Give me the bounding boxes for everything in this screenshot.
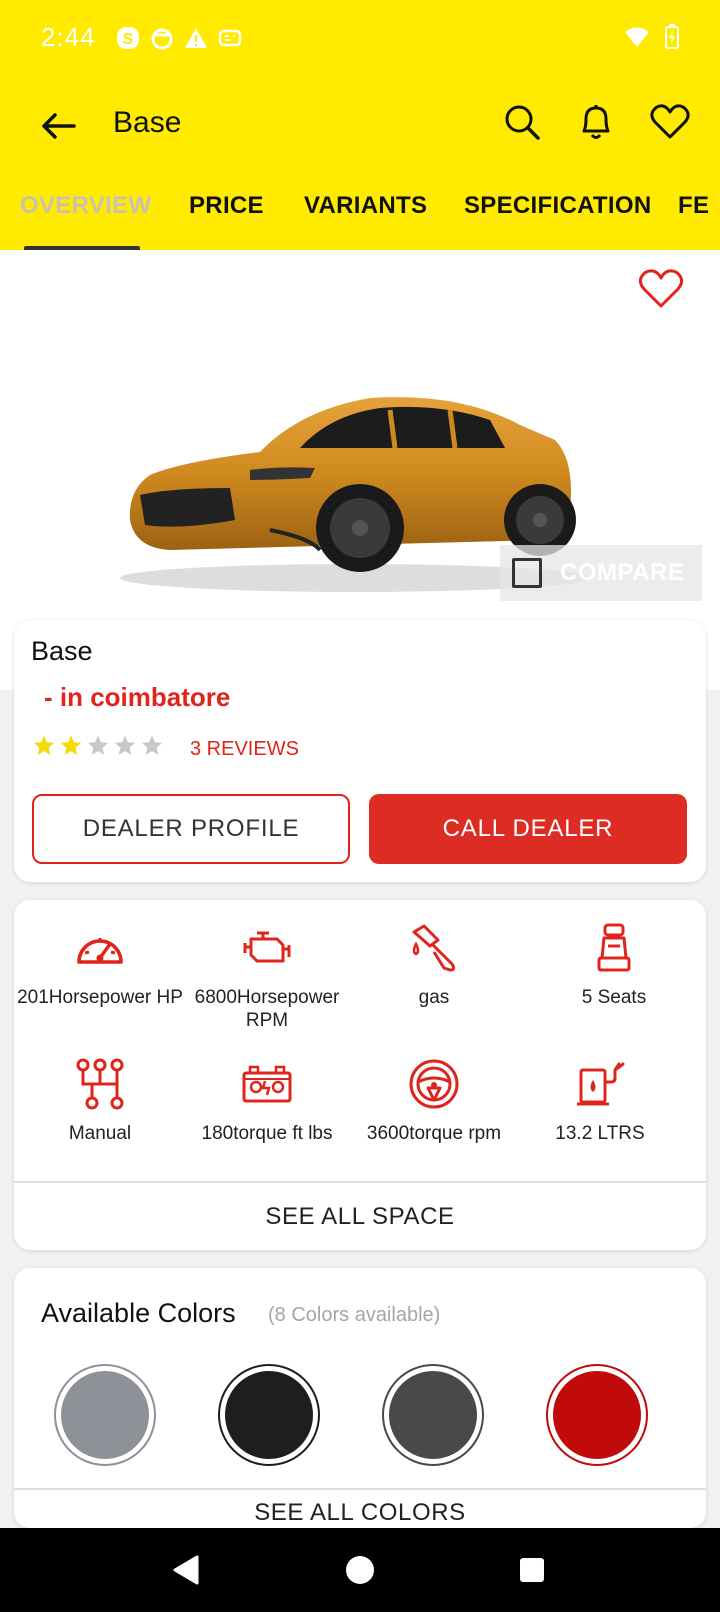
svg-text:S: S bbox=[123, 31, 134, 48]
status-time: 2:44 bbox=[41, 22, 96, 52]
back-button[interactable] bbox=[36, 104, 80, 148]
search-icon bbox=[505, 105, 540, 140]
star-empty-icon bbox=[87, 735, 109, 755]
engine-icon bbox=[243, 931, 291, 963]
appbar-actions bbox=[500, 100, 692, 144]
spec-label: 180torque ft lbs bbox=[201, 1123, 333, 1144]
status-bar: 2:44 S bbox=[0, 0, 720, 80]
message-icon bbox=[218, 29, 242, 47]
gear-shift-icon bbox=[76, 1058, 124, 1110]
colors-title: Available Colors bbox=[41, 1298, 236, 1328]
spec-label: Manual bbox=[68, 1123, 132, 1144]
tab-specification[interactable]: SPECIFICATION bbox=[464, 192, 651, 220]
warning-icon bbox=[185, 28, 207, 48]
heart-icon bbox=[650, 104, 690, 139]
call-dealer-button[interactable]: CALL DEALER bbox=[369, 794, 687, 864]
system-indicators bbox=[624, 24, 680, 50]
tab-features[interactable]: FE bbox=[678, 192, 709, 220]
square-recents-icon bbox=[520, 1558, 544, 1582]
tab-variants[interactable]: VARIANTS bbox=[304, 192, 427, 220]
see-all-space-button[interactable]: SEE ALL SPACE bbox=[14, 1183, 706, 1250]
add-to-wishlist-button[interactable] bbox=[638, 268, 684, 315]
app-bar: Base bbox=[0, 80, 720, 172]
nav-recents-button[interactable] bbox=[512, 1550, 552, 1590]
arrow-left-icon bbox=[42, 113, 76, 139]
fuel-station-icon bbox=[577, 1062, 625, 1106]
rating-stars bbox=[32, 734, 164, 758]
spec-item: 3600torque rpm bbox=[348, 1058, 520, 1145]
spec-label: 3600torque rpm bbox=[366, 1123, 502, 1144]
compare-checkbox[interactable] bbox=[512, 558, 542, 588]
spec-label: 6800Horsepower RPM bbox=[194, 987, 340, 1031]
spec-label: 13.2 LTRS bbox=[555, 1123, 645, 1144]
color-swatch[interactable] bbox=[384, 1366, 482, 1464]
notifications-button[interactable] bbox=[574, 100, 618, 144]
spec-item: 6800Horsepower RPM bbox=[181, 922, 353, 1032]
battery-status-icon bbox=[665, 24, 679, 49]
battery-icon bbox=[242, 1065, 292, 1103]
triangle-back-icon bbox=[173, 1555, 199, 1585]
page-title: Base bbox=[113, 106, 182, 139]
compare-toggle[interactable]: COMPARE bbox=[500, 545, 702, 601]
dealer-profile-button[interactable]: DEALER PROFILE bbox=[32, 794, 350, 864]
spec-label: 5 Seats bbox=[581, 987, 647, 1008]
heart-outline-icon bbox=[638, 269, 684, 308]
spec-item: Manual bbox=[14, 1058, 186, 1145]
model-name: Base bbox=[31, 636, 93, 666]
nav-home-button[interactable] bbox=[340, 1550, 380, 1590]
spec-label: 201Horsepower HP bbox=[17, 987, 183, 1008]
seat-icon bbox=[597, 923, 631, 972]
spec-label: gas bbox=[418, 987, 450, 1008]
steering-wheel-icon bbox=[409, 1059, 459, 1109]
available-colors-card: Available Colors (8 Colors available) SE… bbox=[14, 1268, 706, 1528]
spec-item: 13.2 LTRS bbox=[514, 1058, 686, 1145]
location-text: - in coimbatore bbox=[44, 682, 231, 712]
star-empty-icon bbox=[114, 735, 136, 755]
reviews-link[interactable]: 3 REVIEWS bbox=[190, 738, 299, 761]
colors-count: (8 Colors available) bbox=[268, 1304, 441, 1326]
tab-price[interactable]: PRICE bbox=[189, 192, 264, 220]
color-swatch[interactable] bbox=[220, 1366, 318, 1464]
star-filled-icon bbox=[60, 735, 82, 755]
model-info-card: Base - in coimbatore 3 REVIEWS DEALER PR… bbox=[14, 620, 706, 882]
spec-item: 180torque ft lbs bbox=[181, 1058, 353, 1145]
wifi-icon bbox=[625, 27, 649, 47]
tab-overview[interactable]: OVERVIEW bbox=[20, 192, 151, 220]
circle-home-icon bbox=[346, 1556, 374, 1584]
bell-icon bbox=[582, 105, 610, 139]
spec-item: gas bbox=[348, 922, 520, 1009]
key-specs-card: 201Horsepower HP 6800Horsepower RPM gas … bbox=[14, 900, 706, 1250]
star-filled-icon bbox=[33, 735, 55, 755]
spec-item: 201Horsepower HP bbox=[14, 922, 186, 1009]
skype-icon: S bbox=[117, 27, 139, 49]
fuel-nozzle-icon bbox=[412, 924, 456, 972]
speedometer-icon bbox=[77, 938, 123, 964]
search-button[interactable] bbox=[500, 100, 544, 144]
system-nav-bar bbox=[0, 1528, 720, 1612]
section-tabs: OVERVIEW PRICE VARIANTS SPECIFICATION FE bbox=[0, 172, 720, 250]
color-swatch[interactable] bbox=[56, 1366, 154, 1464]
favorites-button[interactable] bbox=[648, 100, 692, 144]
spec-item: 5 Seats bbox=[528, 922, 700, 1009]
compare-label: COMPARE bbox=[560, 559, 685, 586]
app-notification-icon bbox=[151, 28, 173, 50]
nav-back-button[interactable] bbox=[166, 1550, 206, 1590]
color-swatch[interactable] bbox=[548, 1366, 646, 1464]
star-empty-icon bbox=[141, 735, 163, 755]
notification-icons: S bbox=[116, 26, 242, 50]
